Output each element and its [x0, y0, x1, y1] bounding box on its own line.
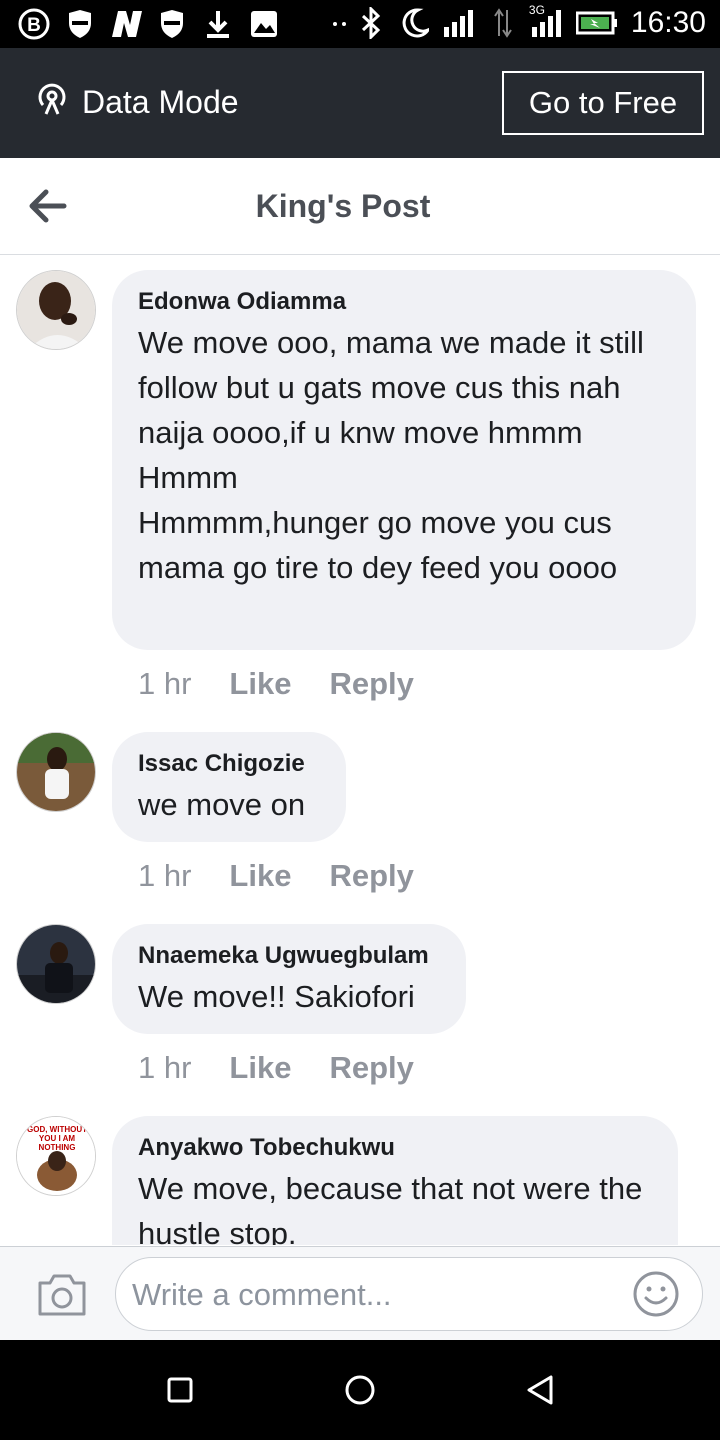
image-icon [248, 8, 280, 40]
post-header: King's Post [0, 158, 720, 255]
like-button[interactable]: Like [229, 858, 291, 894]
status-bar: B 3G 16:30 [0, 0, 720, 48]
reply-button[interactable]: Reply [329, 1050, 413, 1086]
comment-author[interactable]: Anyakwo Tobechukwu [138, 1134, 652, 1162]
comment-actions: 1 hr Like Reply [138, 1050, 414, 1086]
comment-actions: 1 hr Like Reply [138, 666, 414, 702]
recents-square-icon[interactable] [162, 1372, 198, 1408]
comment-input-wrapper [115, 1257, 703, 1331]
data-mode-indicator[interactable]: Data Mode [34, 80, 239, 124]
comment-bubble[interactable]: Issac Chigozie we move on [112, 732, 346, 842]
emoji-icon[interactable] [632, 1270, 680, 1318]
comment-text: We move ooo, mama we made it still follo… [138, 325, 644, 585]
comment-time[interactable]: 1 hr [138, 666, 191, 702]
data-arrows-icon [487, 7, 519, 39]
avatar[interactable] [16, 732, 96, 812]
home-circle-icon[interactable] [342, 1372, 378, 1408]
moon-icon [399, 7, 431, 39]
comment-author[interactable]: Issac Chigozie [138, 750, 320, 778]
comment-bubble[interactable]: Edonwa Odiamma We move ooo, mama we made… [112, 270, 696, 650]
broadcast-icon [34, 80, 70, 124]
comment-text: We move, because that not were the hustl… [138, 1171, 643, 1245]
avatar[interactable] [16, 270, 96, 350]
data-mode-bar: Data Mode Go to Free [0, 48, 720, 158]
comment-time[interactable]: 1 hr [138, 1050, 191, 1086]
b-icon: B [18, 8, 50, 40]
status-right-icons: 3G 16:30 [355, 3, 706, 40]
reply-button[interactable]: Reply [329, 666, 413, 702]
comment-author[interactable]: Nnaemeka Ugwuegbulam [138, 942, 440, 970]
comment-text: We move!! Sakiofori [138, 979, 415, 1014]
camera-icon[interactable] [36, 1273, 88, 1317]
shield-icon [64, 8, 96, 40]
avatar[interactable]: GOD, WITHOUT YOU I AM NOTHING [16, 1116, 96, 1196]
avatar-caption: GOD, WITHOUT YOU I AM NOTHING [27, 1125, 87, 1152]
reply-button[interactable]: Reply [329, 858, 413, 894]
clock: 16:30 [630, 6, 706, 39]
data-mode-label: Data Mode [82, 83, 239, 120]
like-button[interactable]: Like [229, 1050, 291, 1086]
like-button[interactable]: Like [229, 666, 291, 702]
page-title: King's Post [255, 188, 431, 224]
comment-time[interactable]: 1 hr [138, 858, 191, 894]
avatar[interactable] [16, 924, 96, 1004]
navigation-bar [0, 1340, 720, 1440]
battery-charging-icon [575, 7, 619, 39]
comment-composer [0, 1246, 720, 1341]
svg-text:B: B [27, 15, 41, 36]
comment-input[interactable] [130, 1266, 614, 1324]
comment-text: we move on [138, 787, 306, 822]
signal-3g-icon: 3G [529, 3, 563, 39]
shield-icon [156, 8, 188, 40]
comment-bubble[interactable]: Nnaemeka Ugwuegbulam We move!! Sakiofori [112, 924, 466, 1034]
more-dots-icon [324, 8, 356, 40]
go-to-free-button[interactable]: Go to Free [502, 71, 704, 135]
comments-list: Edonwa Odiamma We move ooo, mama we made… [0, 255, 720, 1245]
comment-bubble[interactable]: Anyakwo Tobechukwu We move, because that… [112, 1116, 678, 1245]
comment-actions: 1 hr Like Reply [138, 858, 414, 894]
comment-author[interactable]: Edonwa Odiamma [138, 288, 670, 316]
bluetooth-icon [355, 7, 387, 39]
signal-icon [443, 7, 475, 39]
back-triangle-icon[interactable] [522, 1372, 558, 1408]
network-type: 3G [528, 3, 545, 17]
status-left-icons: B [18, 8, 356, 40]
n-icon [110, 8, 142, 40]
download-icon [202, 8, 234, 40]
